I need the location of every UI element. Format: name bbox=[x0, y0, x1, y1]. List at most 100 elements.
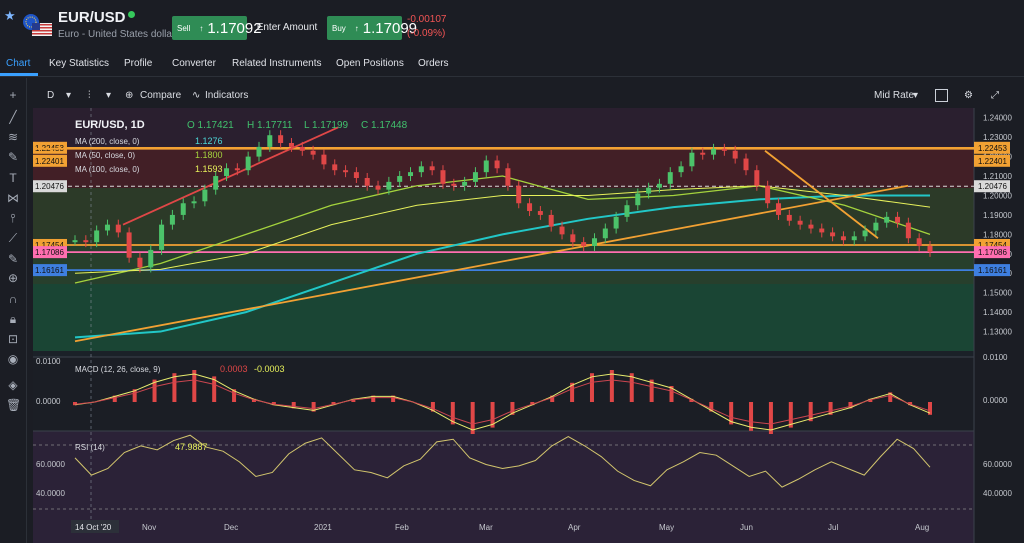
price-candle bbox=[440, 170, 446, 184]
status-indicator bbox=[128, 11, 135, 18]
rate-select[interactable]: Mid Rate bbox=[874, 90, 914, 101]
price-candle bbox=[840, 236, 846, 241]
tab-profile[interactable]: Profile bbox=[124, 58, 152, 69]
right-level-label: 1.22453 bbox=[978, 144, 1007, 153]
buy-button[interactable]: Buy ↑ 1.17099 bbox=[327, 16, 417, 40]
drawing-sidebar: + ╱ ≋ ✎ T ⋈ ⫯ ⟋ ✎ ⊕ ∩ 🔒︎ ⊡ ◉ ◈ 🗑︎ bbox=[0, 78, 27, 543]
price-candle bbox=[732, 150, 738, 159]
magnet-icon[interactable]: ∩ bbox=[6, 292, 20, 306]
macd-label: MACD (12, 26, close, 9) bbox=[75, 365, 161, 374]
price-candle bbox=[916, 238, 922, 247]
price-candle bbox=[375, 185, 381, 190]
indicators-button[interactable]: Indicators bbox=[205, 90, 248, 101]
amount-input[interactable]: Enter Amount bbox=[252, 16, 322, 40]
x-axis-label: Nov bbox=[142, 523, 156, 532]
price-candle bbox=[256, 146, 262, 157]
interval-select[interactable]: D bbox=[47, 90, 54, 101]
price-candle bbox=[213, 176, 219, 190]
left-level-label: 1.20476 bbox=[35, 182, 64, 191]
price-candle bbox=[635, 193, 641, 206]
tab-orders[interactable]: Orders bbox=[418, 58, 449, 69]
compare-icon[interactable]: ⊕ bbox=[125, 90, 133, 101]
tab-converter[interactable]: Converter bbox=[172, 58, 216, 69]
price-candle bbox=[451, 183, 457, 186]
price-candle bbox=[819, 228, 825, 233]
indicators-icon[interactable]: ∿ bbox=[192, 90, 200, 101]
chart-close: C 1.17448 bbox=[361, 120, 408, 131]
left-level-label: 1.16161 bbox=[35, 266, 64, 275]
star-icon[interactable]: ★ bbox=[4, 8, 16, 24]
eye-icon[interactable]: ◉ bbox=[6, 352, 20, 366]
price-candle bbox=[581, 242, 587, 247]
tab-open-positions[interactable]: Open Positions bbox=[336, 58, 404, 69]
pattern-icon[interactable]: ⋈ bbox=[6, 191, 20, 205]
crosshair-icon[interactable]: + bbox=[6, 88, 20, 102]
price-candle bbox=[278, 135, 284, 143]
price-tick-label: 1.15000 bbox=[983, 289, 1012, 298]
tab-chart[interactable]: Chart bbox=[6, 58, 30, 69]
text-icon[interactable]: T bbox=[6, 171, 20, 185]
x-axis-label: Aug bbox=[915, 523, 929, 532]
tab-key-statistics[interactable]: Key Statistics bbox=[49, 58, 109, 69]
macd-histogram-bar bbox=[609, 370, 614, 402]
trash-icon[interactable]: 🗑︎ bbox=[6, 398, 21, 412]
price-candle bbox=[180, 203, 186, 215]
price-candle bbox=[94, 230, 100, 243]
macd-tick-label: 0.0100 bbox=[983, 353, 1008, 362]
price-chart[interactable]: 1.240001.230001.220001.210001.200001.190… bbox=[33, 108, 1024, 543]
chart-open: O 1.17421 bbox=[187, 120, 234, 131]
zoom-icon[interactable]: ⊕ bbox=[6, 271, 20, 285]
price-candle bbox=[570, 234, 576, 243]
price-candle bbox=[494, 160, 500, 169]
ma100-value: 1.1593 bbox=[195, 164, 223, 174]
measure-icon[interactable]: ⫯ bbox=[6, 211, 20, 225]
price-candle bbox=[548, 214, 554, 227]
price-candle bbox=[191, 201, 197, 204]
fibonacci-icon[interactable]: ≋ bbox=[6, 130, 20, 144]
trend-line-icon[interactable]: ╱ bbox=[6, 110, 20, 124]
price-change: -0.00107 bbox=[407, 14, 447, 25]
ruler-icon[interactable]: ✎ bbox=[6, 252, 20, 266]
price-candle bbox=[310, 150, 316, 155]
price-candle bbox=[700, 152, 706, 155]
price-candle bbox=[624, 205, 630, 217]
forecast-icon[interactable]: ⟋ bbox=[6, 231, 20, 245]
ma50-label: MA (50, close, 0) bbox=[75, 151, 135, 160]
currency-flag-icon bbox=[23, 14, 52, 36]
chevron-down-icon[interactable]: ▾ bbox=[913, 90, 918, 101]
brush-icon[interactable]: ✎ bbox=[6, 150, 20, 164]
price-candle bbox=[343, 170, 349, 173]
x-axis-label: 2021 bbox=[314, 523, 332, 532]
lock-open-icon[interactable]: ⊡ bbox=[6, 332, 20, 346]
tab-related-instruments[interactable]: Related Instruments bbox=[232, 58, 322, 69]
price-candle bbox=[104, 224, 110, 231]
macd-tick-label: 0.0000 bbox=[983, 396, 1008, 405]
price-tick-label: 1.20000 bbox=[983, 191, 1012, 200]
price-candle bbox=[408, 172, 414, 177]
price-candle bbox=[613, 216, 619, 229]
price-candle bbox=[462, 181, 468, 186]
price-candle bbox=[386, 181, 392, 190]
macd-value-2: -0.0003 bbox=[254, 364, 285, 374]
price-candle bbox=[429, 166, 435, 171]
x-axis-label: Dec bbox=[224, 523, 238, 532]
left-level-label: 1.17086 bbox=[35, 248, 64, 257]
chevron-down-icon[interactable]: ▾ bbox=[66, 90, 71, 101]
expand-icon[interactable]: ⤢ bbox=[991, 90, 999, 101]
fullscreen-box-icon[interactable] bbox=[935, 89, 948, 102]
ma200-value: 1.1276 bbox=[195, 136, 223, 146]
price-candle bbox=[721, 148, 727, 151]
sell-button[interactable]: Sell ↑ 1.17092 bbox=[172, 16, 262, 40]
layers-icon[interactable]: ◈ bbox=[6, 378, 20, 392]
price-candle bbox=[527, 203, 533, 212]
lock-icon[interactable]: 🔒︎ bbox=[6, 312, 20, 326]
x-axis-label: 14 Oct '20 bbox=[75, 523, 112, 532]
ma200-label: MA (200, close, 0) bbox=[75, 137, 140, 146]
price-candle bbox=[559, 226, 565, 235]
chevron-down-icon[interactable]: ▾ bbox=[106, 90, 111, 101]
price-tick-label: 1.13000 bbox=[983, 328, 1012, 337]
gear-icon[interactable]: ⚙ bbox=[964, 90, 973, 101]
price-candle bbox=[602, 228, 608, 239]
chart-type-icon[interactable]: ⫶ bbox=[88, 90, 91, 101]
compare-button[interactable]: Compare bbox=[140, 90, 181, 101]
